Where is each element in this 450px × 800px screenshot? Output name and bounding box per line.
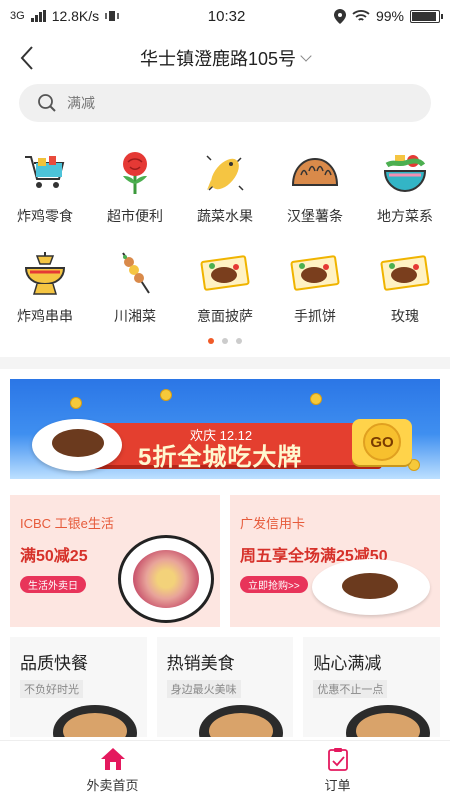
signal-icon xyxy=(30,10,46,22)
noodle-bowl-image xyxy=(199,705,284,737)
category-label: 蔬菜水果 xyxy=(197,208,253,224)
battery-level: 99% xyxy=(375,8,404,24)
section-divider xyxy=(0,357,450,369)
category-label: 地方菜系 xyxy=(377,208,433,224)
vibrate-icon xyxy=(105,11,119,21)
network-type: 3G xyxy=(10,10,25,22)
category-item[interactable]: 玫瑰 xyxy=(360,248,450,336)
promo-banner[interactable]: 欢庆 12.12 5折全城吃大牌 GO xyxy=(10,379,440,479)
steak-plate-icon xyxy=(380,248,430,298)
category-label: 汉堡薯条 xyxy=(287,208,343,224)
rose-icon xyxy=(110,148,160,198)
category-item[interactable]: 炸鸡零食 xyxy=(0,148,90,236)
promo-pill[interactable]: 立即抢购>> xyxy=(240,576,308,593)
page-dot-active xyxy=(208,338,214,344)
promo-pill: 生活外卖日 xyxy=(20,576,86,593)
search-input[interactable] xyxy=(67,95,367,111)
feature-subtitle: 不负好时光 xyxy=(20,680,83,698)
search-icon xyxy=(38,94,56,112)
category-label: 炸鸡零食 xyxy=(17,208,73,224)
promo-brand: ICBC 工银e生活 xyxy=(20,516,114,531)
sushi-image xyxy=(52,705,137,737)
promo-card-icbc[interactable]: ICBC 工银e生活 满50减25 生活外卖日 xyxy=(10,495,220,627)
category-label: 手抓饼 xyxy=(294,308,336,324)
promo-card-cgb[interactable]: 广发信用卡 周五享全场满25减50 立即抢购>> xyxy=(230,495,440,627)
home-icon xyxy=(100,748,125,770)
page-indicator xyxy=(0,338,450,344)
skewer-icon xyxy=(110,248,160,298)
promo-brand: 广发信用卡 xyxy=(240,516,306,531)
coin-decoration xyxy=(70,397,82,409)
feature-title: 热销美食 xyxy=(166,654,235,673)
network-speed: 12.8K/s xyxy=(51,8,100,24)
back-arrow-icon[interactable] xyxy=(16,44,40,72)
top-header: 华士镇澄鹿路105号 xyxy=(0,32,450,84)
food-platter-image xyxy=(118,535,214,623)
steak-plate-icon xyxy=(200,248,250,298)
category-label: 超市便利 xyxy=(107,208,163,224)
feature-cards: 品质快餐 不负好时光 热销美食 身边最火美味 贴心满减 优惠不止一点 xyxy=(10,637,441,737)
feature-title: 品质快餐 xyxy=(20,654,88,673)
category-label: 炸鸡串串 xyxy=(17,308,73,324)
category-item[interactable]: 手抓饼 xyxy=(270,248,360,336)
tab-label: 外卖首页 xyxy=(86,778,139,793)
category-grid: 炸鸡零食 超市便利 蔬菜水果 汉堡薯条 地方菜系 炸鸡串串 川湘菜 意面披萨 手… xyxy=(0,148,450,336)
go-button[interactable]: GO xyxy=(352,419,412,465)
category-item[interactable]: 汉堡薯条 xyxy=(270,148,360,236)
dumpling-icon xyxy=(290,148,340,198)
salad-bowl-icon xyxy=(380,148,430,198)
pot-dish-image xyxy=(346,705,431,737)
banner-headline: 5折全城吃大牌 xyxy=(138,444,303,471)
address-selector[interactable]: 华士镇澄鹿路105号 xyxy=(139,45,312,71)
feature-card[interactable]: 热销美食 身边最火美味 xyxy=(156,637,294,737)
wifi-icon xyxy=(352,10,370,21)
steak-plate-image xyxy=(312,559,430,615)
status-bar: 3G 12.8K/s 10:32 99% xyxy=(0,0,450,32)
category-item[interactable]: 川湘菜 xyxy=(90,248,180,336)
page-dot xyxy=(236,338,242,344)
shopping-cart-icon xyxy=(20,148,70,198)
feature-subtitle: 优惠不止一点 xyxy=(313,680,388,698)
category-item[interactable]: 意面披萨 xyxy=(180,248,270,336)
go-label: GO xyxy=(363,423,401,461)
coin-decoration xyxy=(310,393,322,405)
page-dot xyxy=(222,338,228,344)
battery-icon xyxy=(410,9,443,23)
category-item[interactable]: 地方菜系 xyxy=(360,148,450,236)
category-label: 玫瑰 xyxy=(391,308,419,324)
tab-orders[interactable]: 订单 xyxy=(225,741,450,800)
hotpot-icon xyxy=(20,248,70,298)
promo-cards: ICBC 工银e生活 满50减25 生活外卖日 广发信用卡 周五享全场满25减5… xyxy=(10,495,440,627)
bottom-tab-bar: 外卖首页 订单 xyxy=(0,740,450,800)
steak-plate-icon xyxy=(290,248,340,298)
clock: 10:32 xyxy=(207,7,246,25)
search-bar[interactable] xyxy=(19,84,431,122)
feature-subtitle: 身边最火美味 xyxy=(166,680,241,698)
category-item[interactable]: 蔬菜水果 xyxy=(180,148,270,236)
order-clipboard-icon xyxy=(327,748,348,771)
fish-icon xyxy=(200,148,250,198)
feature-card[interactable]: 品质快餐 不负好时光 xyxy=(10,637,147,737)
category-label: 意面披萨 xyxy=(197,308,253,324)
address-label: 华士镇澄鹿路105号 xyxy=(139,49,297,69)
category-label: 川湘菜 xyxy=(114,308,156,324)
category-item[interactable]: 超市便利 xyxy=(90,148,180,236)
tab-home[interactable]: 外卖首页 xyxy=(0,741,225,800)
tab-label: 订单 xyxy=(324,778,351,793)
location-icon xyxy=(333,8,346,24)
coin-decoration xyxy=(160,389,172,401)
feature-title: 贴心满减 xyxy=(313,654,382,673)
steak-plate-image xyxy=(32,419,122,471)
chevron-down-icon xyxy=(300,50,312,62)
category-item[interactable]: 炸鸡串串 xyxy=(0,248,90,336)
feature-card[interactable]: 贴心满减 优惠不止一点 xyxy=(303,637,441,737)
